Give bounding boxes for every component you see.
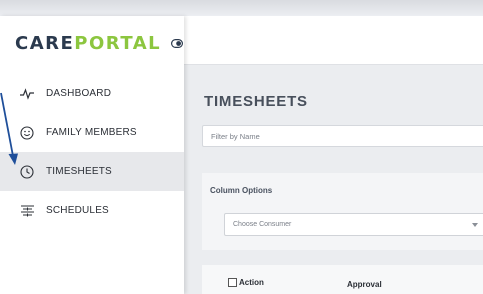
choose-consumer-select[interactable]: Choose Consumer (224, 213, 483, 236)
top-header-bar (184, 16, 483, 65)
filter-by-name-input[interactable] (202, 125, 483, 147)
table-header-action-label: Action (239, 278, 264, 287)
annotation-arrow-icon (0, 92, 18, 165)
column-options-label: Column Options (210, 186, 273, 195)
pulse-icon (20, 87, 34, 101)
sidebar-item-label: FAMILY MEMBERS (46, 127, 137, 138)
column-options-panel: Column Options Choose Consumer (202, 173, 483, 250)
timesheets-table: Action Approval (202, 265, 483, 294)
main-content: TIMESHEETS Column Options Choose Consume… (184, 65, 483, 294)
logo-care-text: CARE (15, 33, 75, 54)
sidebar: CARE PORTAL DASHBOARD FAMILY MEMBERS TIM… (0, 16, 184, 294)
schedule-list-icon (20, 204, 34, 218)
sidebar-item-dashboard[interactable]: DASHBOARD (0, 74, 184, 113)
sidebar-item-timesheets[interactable]: TIMESHEETS (0, 152, 184, 191)
sidebar-item-label: DASHBOARD (46, 88, 112, 99)
choose-consumer-value: Choose Consumer (233, 221, 292, 228)
sidebar-item-label: TIMESHEETS (46, 166, 112, 177)
sidebar-item-label: SCHEDULES (46, 205, 109, 216)
sidebar-item-schedules[interactable]: SCHEDULES (0, 191, 184, 230)
select-all-checkbox[interactable] (228, 278, 237, 287)
clock-icon (20, 164, 34, 179)
logo-portal-text: PORTAL (74, 33, 162, 54)
table-header-approval: Approval (347, 280, 382, 289)
smiley-icon (20, 125, 34, 140)
app-logo[interactable]: CARE PORTAL (15, 33, 184, 54)
sidebar-item-family-members[interactable]: FAMILY MEMBERS (0, 113, 184, 152)
table-header-action: Action (228, 278, 264, 287)
sidebar-nav: DASHBOARD FAMILY MEMBERS TIMESHEETS SCHE… (0, 74, 184, 230)
sidebar-toggle-icon[interactable] (171, 38, 184, 50)
caret-down-icon (472, 222, 478, 227)
window-top-strip (0, 0, 483, 16)
page-title: TIMESHEETS (204, 93, 308, 110)
